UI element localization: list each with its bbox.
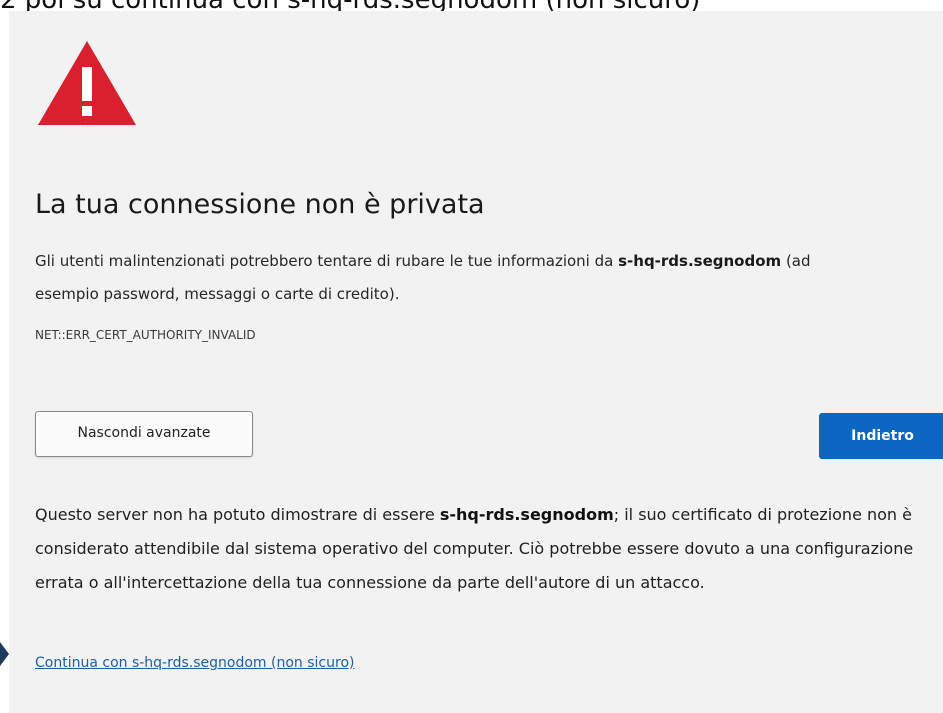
page-title: La tua connessione non è privata xyxy=(35,189,485,220)
intro-paragraph: Gli utenti malintenzionati potrebbero te… xyxy=(35,245,825,311)
hide-advanced-button[interactable]: Nascondi avanzate xyxy=(35,411,253,457)
pointer-arrow-icon xyxy=(0,642,10,666)
details-host: s-hq-rds.segnodom xyxy=(439,505,614,524)
error-code: NET::ERR_CERT_AUTHORITY_INVALID xyxy=(35,328,256,342)
intro-text-before: Gli utenti malintenzionati potrebbero te… xyxy=(35,252,619,270)
error-page: La tua connessione non è privata Gli ute… xyxy=(9,11,943,713)
details-paragraph: Questo server non ha potuto dimostrare d… xyxy=(35,498,943,600)
warning-triangle-icon xyxy=(36,39,138,127)
details-text-before: Questo server non ha potuto dimostrare d… xyxy=(35,505,440,524)
back-button[interactable]: Indietro xyxy=(819,413,943,459)
intro-host: s-hq-rds.segnodom xyxy=(618,252,782,270)
proceed-unsafe-link[interactable]: Continua con s-hq-rds.segnodom (non sicu… xyxy=(35,653,354,673)
